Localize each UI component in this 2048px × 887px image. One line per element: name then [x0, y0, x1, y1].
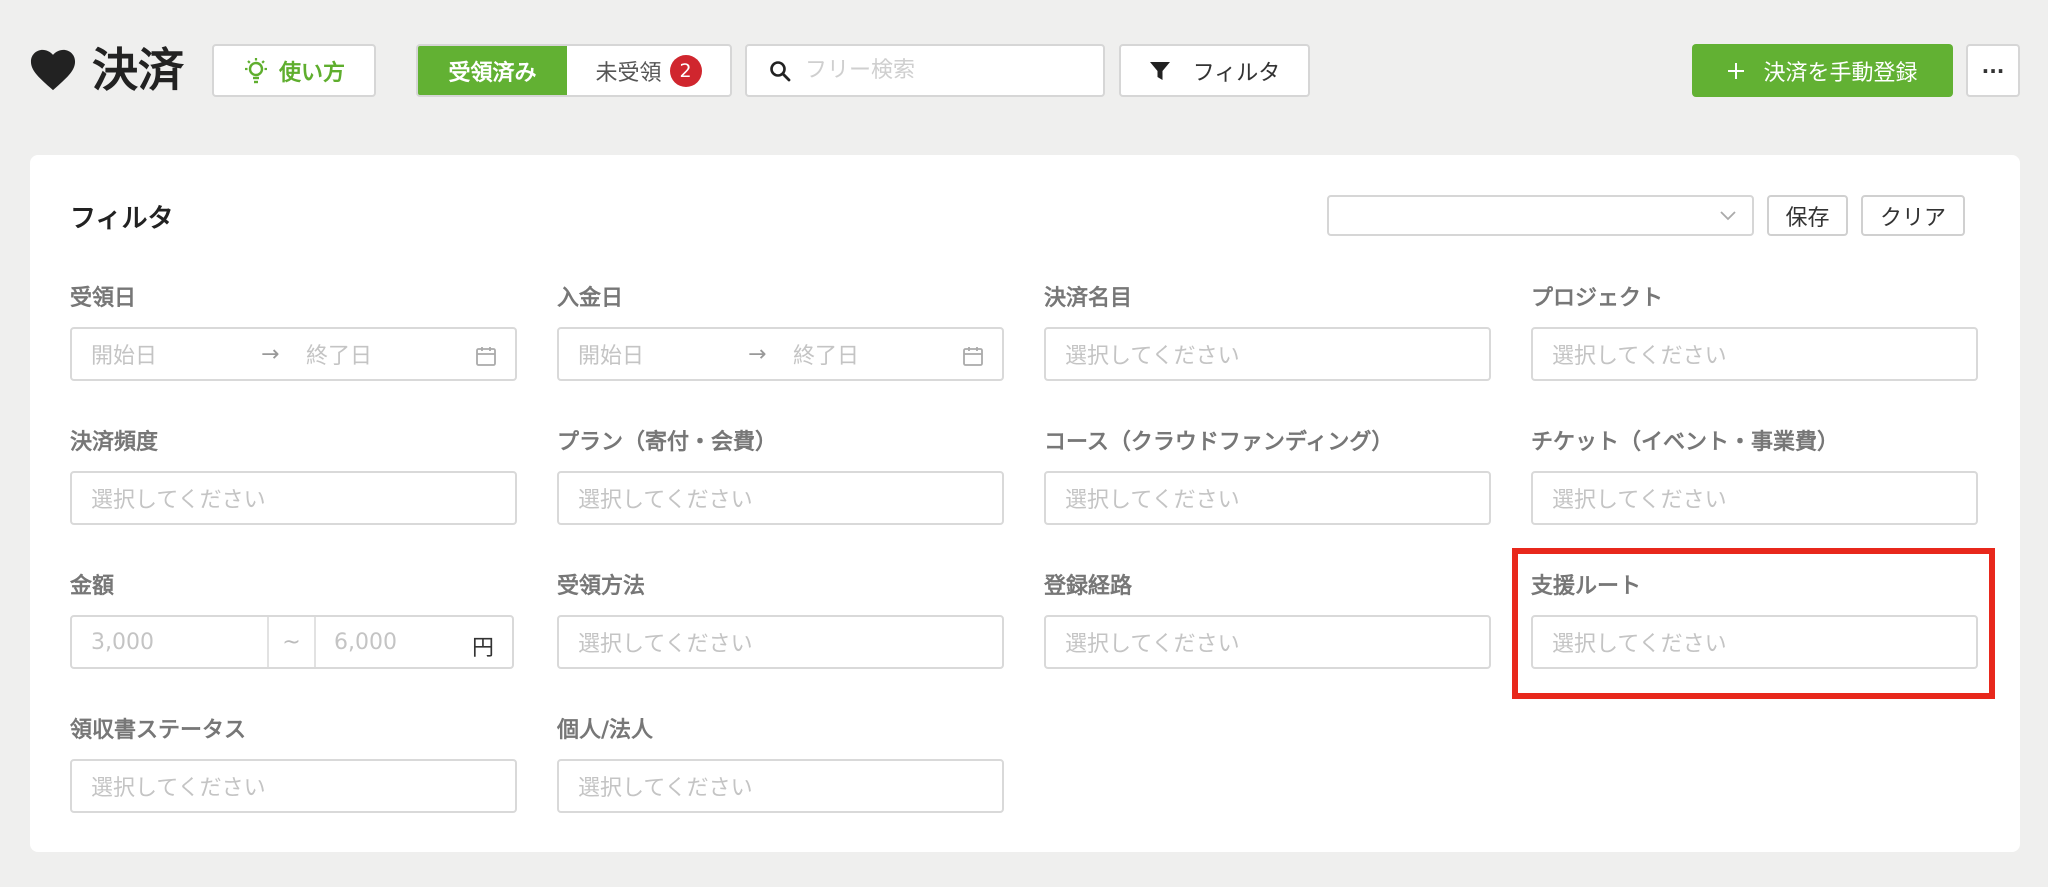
search-icon — [770, 60, 791, 81]
add-payment-label: 決済を手動登録 — [1763, 60, 1918, 86]
ticket-select[interactable]: 選択してください — [1531, 471, 1978, 525]
save-button[interactable]: 保存 — [1767, 195, 1848, 236]
funnel-icon — [1149, 61, 1170, 80]
course-label: コース（クラウドファンディング） — [1044, 430, 1394, 455]
received-date-start: 開始日 — [91, 344, 158, 369]
payment-item-label: 決済名目 — [1044, 286, 1133, 311]
plan-select[interactable]: 選択してください — [557, 471, 1004, 525]
clear-button[interactable]: クリア — [1861, 195, 1965, 236]
howto-button[interactable]: 使い方 — [212, 44, 376, 97]
payment-item-select[interactable]: 選択してください — [1044, 327, 1491, 381]
more-icon: ··· — [1981, 58, 2005, 83]
registration-route-label: 登録経路 — [1044, 574, 1133, 599]
heart-icon — [30, 49, 76, 91]
chevron-down-icon — [1720, 211, 1736, 221]
amount-min-input[interactable]: 3,000 — [91, 630, 266, 655]
deposit-date-start: 開始日 — [578, 344, 645, 369]
filter-button[interactable]: フィルタ — [1119, 44, 1310, 97]
howto-label: 使い方 — [278, 60, 345, 86]
amount-max-input[interactable]: 6,000 — [334, 630, 397, 655]
entity-type-label: 個人/法人 — [557, 718, 654, 743]
amount-label: 金額 — [70, 574, 115, 599]
more-button[interactable]: ··· — [1966, 44, 2020, 97]
count-badge: 2 — [669, 54, 702, 87]
calendar-icon — [963, 347, 983, 366]
received-date-range[interactable]: 開始日 → 終了日 — [70, 327, 517, 381]
amount-range: 3,000 ~ 6,000 円 — [70, 615, 514, 669]
received-date-label: 受領日 — [70, 286, 137, 311]
tab-received-label: 受領済み — [448, 60, 537, 86]
page-title: 決済 — [92, 43, 184, 97]
receipt-status-label: 領収書ステータス — [70, 718, 247, 743]
deposit-date-range[interactable]: 開始日 → 終了日 — [557, 327, 1004, 381]
search-input[interactable] — [805, 58, 1095, 83]
date-arrow: → — [261, 341, 280, 367]
entity-type-select[interactable]: 選択してください — [557, 759, 1004, 813]
amount-separator: ~ — [267, 617, 316, 667]
method-label: 受領方法 — [557, 574, 646, 599]
calendar-icon — [476, 347, 496, 366]
tab-not-received-label: 未受領 — [595, 60, 662, 86]
project-label: プロジェクト — [1531, 286, 1664, 311]
add-payment-button[interactable]: 決済を手動登録 — [1692, 44, 1953, 97]
tab-not-received[interactable]: 未受領 2 — [567, 46, 730, 95]
frequency-label: 決済頻度 — [70, 430, 159, 455]
annotation-highlight — [1512, 548, 1995, 699]
panel-title: フィルタ — [70, 204, 174, 234]
filter-button-label: フィルタ — [1192, 60, 1281, 86]
lightbulb-icon — [244, 57, 267, 83]
filter-panel: フィルタ 保存 クリア 受領日 開始日 → 終了日 入金日 開始日 → 終了日 … — [30, 155, 2020, 852]
search-box — [745, 44, 1105, 97]
method-select[interactable]: 選択してください — [557, 615, 1004, 669]
course-select[interactable]: 選択してください — [1044, 471, 1491, 525]
amount-unit: 円 — [471, 636, 494, 661]
plus-icon — [1728, 62, 1745, 79]
registration-route-select[interactable]: 選択してください — [1044, 615, 1491, 669]
ticket-label: チケット（イベント・事業費） — [1531, 430, 1840, 455]
received-date-end: 終了日 — [306, 344, 373, 369]
receipt-status-select[interactable]: 選択してください — [70, 759, 517, 813]
receipt-status-tabs: 受領済み 未受領 2 — [416, 44, 732, 97]
page-header: 決済 使い方 受領済み 未受領 2 フリー検索 フィルタ 決済を手動登録 ··· — [0, 0, 2048, 140]
deposit-date-end: 終了日 — [793, 344, 860, 369]
tab-received[interactable]: 受領済み — [418, 46, 567, 95]
deposit-date-label: 入金日 — [557, 286, 624, 311]
plan-label: プラン（寄付・会費） — [557, 430, 778, 455]
frequency-select[interactable]: 選択してください — [70, 471, 517, 525]
filter-preset-select[interactable] — [1327, 195, 1754, 236]
project-select[interactable]: 選択してください — [1531, 327, 1978, 381]
date-arrow: → — [748, 341, 767, 367]
